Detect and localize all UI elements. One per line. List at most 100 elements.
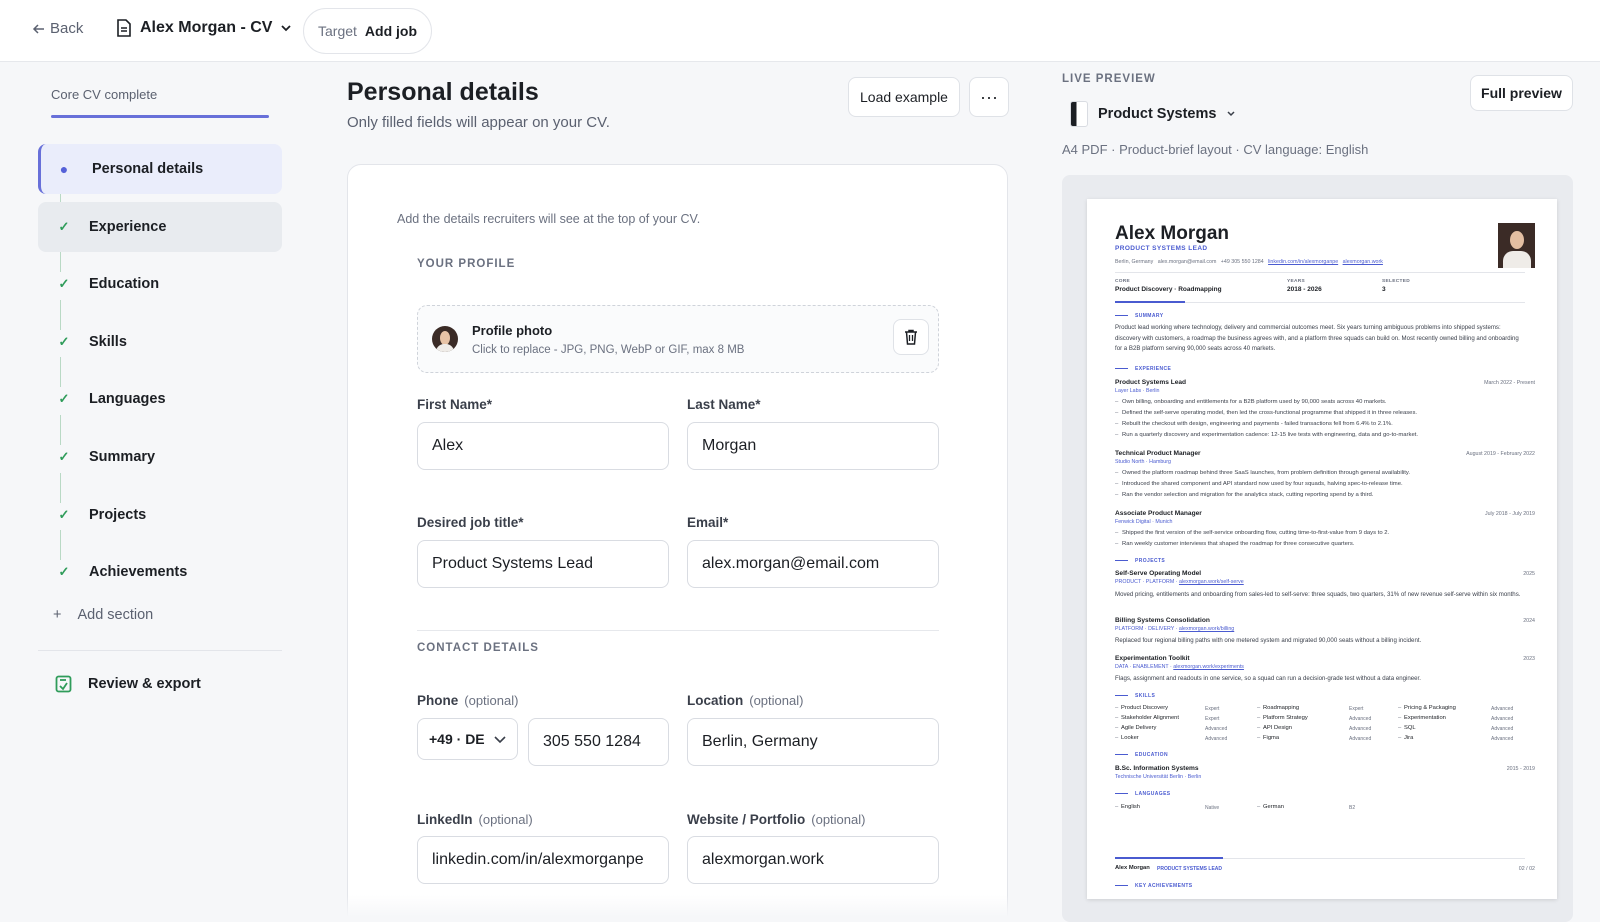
cv-bullet: Shipped the first version of the self-se…: [1115, 530, 1389, 536]
arrow-left-icon: [32, 23, 44, 34]
cv-bullet: Run a quarterly discovery and experiment…: [1115, 432, 1418, 438]
document-name: Alex Morgan - CV: [140, 19, 273, 36]
export-icon: [55, 675, 72, 693]
phone-input[interactable]: 305 550 1284: [528, 718, 669, 766]
cv-job-dates: March 2022 - Present: [1484, 380, 1535, 386]
location-input[interactable]: Berlin, Germany: [687, 718, 939, 766]
check-icon: ✓: [58, 449, 70, 464]
cv-project-title: Experimentation Toolkit: [1115, 655, 1190, 662]
cv-project-year: 2025: [1523, 571, 1535, 577]
sidebar-item-projects[interactable]: ✓ Projects: [38, 490, 282, 540]
cv-page: Alex Morgan PRODUCT SYSTEMS LEAD Berlin,…: [1087, 199, 1557, 899]
cv-project-tag: PRODUCT · PLATFORM · alexmorgan.work/sel…: [1115, 579, 1244, 585]
linkedin-input[interactable]: linkedin.com/in/alexmorganpe: [417, 836, 669, 884]
review-export-button[interactable]: Review & export: [55, 675, 201, 693]
sidebar-item-languages[interactable]: ✓ Languages: [38, 374, 282, 424]
cv-language-level: Native: [1205, 805, 1220, 811]
cv-project-text: Flags, assignment and readouts in one se…: [1115, 675, 1421, 682]
cv-job-dates: July 2018 - July 2019: [1484, 511, 1535, 517]
cv-skill: Agile Delivery: [1115, 725, 1156, 731]
document-switcher[interactable]: Alex Morgan - CV: [116, 19, 292, 37]
job-title-label: Desired job title*: [417, 515, 524, 530]
cv-footer-name: Alex Morgan: [1115, 865, 1150, 871]
back-button[interactable]: Back: [32, 20, 83, 37]
first-name-label: First Name*: [417, 397, 493, 412]
cv-education-heading: EDUCATION: [1115, 752, 1168, 758]
cv-skills-heading: SKILLS: [1115, 693, 1155, 699]
top-bar: Back Alex Morgan - CV Target Add job: [0, 0, 1600, 62]
chevron-down-icon: [1227, 111, 1235, 117]
cv-bullet: Rebuilt the checkout with design, engine…: [1115, 421, 1393, 427]
last-name-input[interactable]: Morgan: [687, 422, 939, 470]
check-icon: ✓: [58, 507, 70, 522]
cv-years-key: YEARS: [1287, 279, 1306, 284]
profile-section-heading: YOUR PROFILE: [417, 258, 516, 270]
cv-skill-level: Advanced: [1205, 726, 1228, 732]
full-preview-button[interactable]: Full preview: [1470, 75, 1573, 111]
cv-summary-heading: SUMMARY: [1115, 313, 1163, 319]
cv-project-year: 2024: [1523, 618, 1535, 624]
current-step-icon: ●: [59, 161, 69, 177]
cv-project-year: 2023: [1523, 656, 1535, 662]
cv-skill: Pricing & Packaging: [1398, 705, 1456, 711]
document-icon: [117, 19, 131, 37]
website-input[interactable]: alexmorgan.work: [687, 836, 939, 884]
cv-projects-heading: PROJECTS: [1115, 558, 1165, 564]
cv-footer-role: PRODUCT SYSTEMS LEAD: [1157, 866, 1223, 872]
sidebar-item-achievements[interactable]: ✓ Achievements: [38, 547, 282, 597]
sidebar-item-skills[interactable]: ✓ Skills: [38, 317, 282, 367]
sidebar-item-label: Summary: [89, 449, 156, 465]
cv-project-title: Self-Serve Operating Model: [1115, 570, 1202, 577]
sidebar-item-experience[interactable]: ✓ Experience: [38, 202, 282, 252]
cv-skill: Jira: [1398, 735, 1413, 741]
email-input[interactable]: alex.morgan@email.com: [687, 540, 939, 588]
template-switcher[interactable]: Product Systems: [1070, 101, 1236, 127]
website-label: Website / Portfolio (optional): [687, 812, 866, 827]
country-code-select[interactable]: +49 · DE: [417, 718, 518, 760]
cv-skill: Experimentation: [1398, 715, 1446, 721]
sidebar-divider: [38, 650, 282, 651]
first-name-input[interactable]: Alex: [417, 422, 669, 470]
sidebar-item-summary[interactable]: ✓ Summary: [38, 432, 282, 482]
linkedin-label: LinkedIn (optional): [417, 812, 533, 827]
cv-contact: Berlin, Germany alex.morgan@email.com +4…: [1115, 259, 1383, 265]
check-icon: ✓: [58, 219, 70, 234]
add-section-label: Add section: [77, 607, 154, 623]
phone-label: Phone (optional): [417, 693, 519, 708]
target-job-button[interactable]: Target Add job: [303, 8, 433, 54]
contact-section-heading: CONTACT DETAILS: [417, 642, 539, 654]
email-label: Email*: [687, 515, 729, 530]
cv-skill: Looker: [1115, 735, 1139, 741]
sidebar-item-label: Education: [89, 276, 160, 292]
country-code-value: +49 · DE: [429, 731, 485, 747]
chevron-down-icon: [281, 25, 292, 32]
more-icon[interactable]: ···: [969, 77, 1009, 117]
plus-icon: +: [53, 607, 62, 623]
cv-footer-page: 02 / 02: [1518, 866, 1535, 872]
cv-experience-heading: EXPERIENCE: [1115, 366, 1171, 372]
cv-preview-pane[interactable]: Alex Morgan PRODUCT SYSTEMS LEAD Berlin,…: [1062, 175, 1573, 922]
check-icon: ✓: [58, 564, 70, 579]
sidebar-item-personal-details[interactable]: ● Personal details: [38, 144, 282, 194]
cv-selected-value: 3: [1382, 286, 1386, 293]
load-example-button[interactable]: Load example: [848, 77, 960, 117]
cv-project-text: Moved pricing, entitlements and onboardi…: [1115, 591, 1521, 598]
cv-job-title: Product Systems Lead: [1115, 379, 1187, 386]
progress-bar: [51, 115, 269, 118]
sidebar-item-education[interactable]: ✓ Education: [38, 259, 282, 309]
page-subtitle: Only filled fields will appear on your C…: [347, 114, 610, 131]
sidebar-item-label: Achievements: [89, 564, 188, 580]
delete-photo-button[interactable]: [893, 319, 929, 355]
profile-photo-upload[interactable]: Profile photo Click to replace - JPG, PN…: [417, 305, 939, 373]
cv-skill-level: Advanced: [1205, 736, 1228, 742]
cv-language: English: [1115, 804, 1140, 810]
cv-skill-level: Expert: [1205, 706, 1220, 712]
job-title-input[interactable]: Product Systems Lead: [417, 540, 669, 588]
cv-skill: Roadmapping: [1257, 705, 1299, 711]
cv-language-level: B2: [1349, 805, 1356, 811]
cv-skill-level: Advanced: [1349, 716, 1372, 722]
add-section-button[interactable]: + Add section: [53, 607, 153, 623]
last-name-label: Last Name*: [687, 397, 761, 412]
cv-selected-key: SELECTED: [1382, 279, 1410, 284]
cv-skill: Figma: [1257, 735, 1279, 741]
